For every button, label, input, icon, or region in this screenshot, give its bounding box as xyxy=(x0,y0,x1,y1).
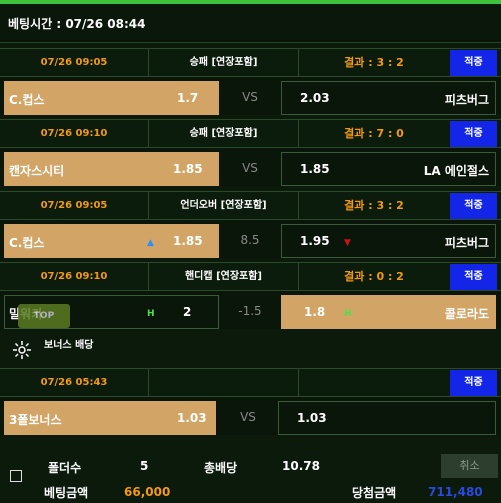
hit-badge: 적중 xyxy=(450,193,497,219)
game-time: 07/26 09:05 xyxy=(40,57,108,68)
handicap-line: -1.5 xyxy=(238,304,262,318)
bonus-away-box: 1.03 xyxy=(278,401,496,435)
away-team: LA 에인절스 xyxy=(423,164,489,178)
under-pick-button[interactable]: 1.95 ▼ 피츠버그 xyxy=(281,224,496,258)
bonus-name: 3폴보너스 xyxy=(9,413,62,427)
home-odds: 1.85 xyxy=(173,162,203,176)
total-line: 8.5 xyxy=(240,233,260,247)
game-info-row: 07/26 09:10 핸디캡 [연장포함] 결과 : 0 : 2 적중 xyxy=(0,262,501,291)
select-checkbox[interactable] xyxy=(10,470,22,482)
home-team: C.컵스 xyxy=(9,93,45,107)
bet-row: C.컵스 ▲ 1.85 8.5 1.95 ▼ 피츠버그 xyxy=(0,220,501,258)
market-type: 언더오버 [연장포함] xyxy=(180,200,267,211)
game-result: 결과 : 7 : 0 xyxy=(344,127,404,140)
handicap-icon: H xyxy=(344,309,352,319)
home-team: C.컵스 xyxy=(9,236,45,250)
bonus-pick-button[interactable]: 3폴보너스 1.03 xyxy=(4,401,216,435)
game-time: 07/26 09:05 xyxy=(40,200,108,211)
away-team: 피츠버그 xyxy=(444,93,489,107)
game-time: 07/26 09:10 xyxy=(40,128,108,139)
hit-badge: 적중 xyxy=(450,370,497,396)
handicap-icon: H xyxy=(147,309,155,319)
under-odds: 1.95 xyxy=(300,234,330,248)
hit-badge: 적중 xyxy=(450,264,497,290)
home-odds: 2 xyxy=(183,305,192,319)
bonus-odds: 1.03 xyxy=(177,411,207,425)
bet-row: 캔자스시티 1.85 VS 1.85 LA 에인절스 xyxy=(0,148,501,186)
away-team: 피츠버그 xyxy=(444,236,489,250)
game-info-row: 07/26 09:05 승패 [연장포함] 결과 : 3 : 2 적중 xyxy=(0,48,501,77)
vs-label: VS xyxy=(242,161,258,175)
market-type: 승패 [연장포함] xyxy=(189,57,258,68)
scroll-top-button[interactable]: TOP xyxy=(18,304,70,328)
game-result: 결과 : 3 : 2 xyxy=(344,199,404,212)
market-type: 승패 [연장포함] xyxy=(189,128,258,139)
total-odds-value: 10.78 xyxy=(282,459,320,473)
under-arrow-icon: ▼ xyxy=(344,238,351,248)
bonus-time: 07/26 05:43 xyxy=(40,377,108,388)
market-type: 핸디캡 [연장포함] xyxy=(184,271,263,282)
hit-badge: 적중 xyxy=(450,50,497,76)
bonus-away-odds: 1.03 xyxy=(297,411,327,425)
bonus-sparkle-icon xyxy=(13,341,31,359)
bet-amount-label: 베팅금액 xyxy=(44,486,89,500)
bonus-bet-row: 3폴보너스 1.03 VS 1.03 xyxy=(0,397,501,435)
game-info-row: 07/26 09:05 언더오버 [연장포함] 결과 : 3 : 2 적중 xyxy=(0,191,501,220)
over-arrow-icon: ▲ xyxy=(147,238,154,248)
divider xyxy=(148,369,149,396)
bet-amount-value: 66,000 xyxy=(124,485,171,499)
over-odds: 1.85 xyxy=(173,234,203,248)
divider xyxy=(298,369,299,396)
away-odds: 1.8 xyxy=(304,305,326,319)
game-result: 결과 : 3 : 2 xyxy=(344,56,404,69)
away-pick-button[interactable]: 1.85 LA 에인절스 xyxy=(281,152,496,186)
home-pick-button[interactable]: 캔자스시티 1.85 xyxy=(4,152,219,186)
bonus-section-label: 보너스 배당 xyxy=(44,340,94,351)
folder-count-label: 폴더수 xyxy=(48,461,82,475)
bet-row: C.컵스 1.7 VS 2.03 피츠버그 xyxy=(0,77,501,115)
cancel-button[interactable]: 취소 xyxy=(441,454,498,478)
home-odds: 1.7 xyxy=(177,91,199,105)
win-amount-value: 711,480 xyxy=(428,485,483,499)
bet-time-header: 베팅시간 : 07/26 08:44 xyxy=(0,4,501,43)
folder-count-value: 5 xyxy=(140,459,149,473)
hit-badge: 적중 xyxy=(450,121,497,147)
bonus-info-row: 07/26 05:43 적중 xyxy=(0,368,501,397)
away-pick-button[interactable]: 1.8 H 콜로라도 xyxy=(281,295,496,329)
home-pick-button[interactable]: C.컵스 1.7 xyxy=(4,81,219,115)
bet-time-label: 베팅시간 : 07/26 08:44 xyxy=(8,17,146,31)
away-odds: 2.03 xyxy=(300,91,330,105)
bet-row: 밀워키 H 2 -1.5 1.8 H 콜로라도 xyxy=(0,291,501,329)
game-info-row: 07/26 09:10 승패 [연장포함] 결과 : 7 : 0 적중 xyxy=(0,119,501,148)
away-team: 콜로라도 xyxy=(444,307,489,321)
home-team: 캔자스시티 xyxy=(9,164,65,178)
vs-label: VS xyxy=(240,410,256,424)
game-time: 07/26 09:10 xyxy=(40,271,108,282)
game-result: 결과 : 0 : 2 xyxy=(344,270,404,283)
win-amount-label: 당첨금액 xyxy=(352,486,397,500)
away-odds: 1.85 xyxy=(300,162,330,176)
total-odds-label: 총배당 xyxy=(204,461,238,475)
vs-label: VS xyxy=(242,90,258,104)
away-pick-button[interactable]: 2.03 피츠버그 xyxy=(281,81,496,115)
over-pick-button[interactable]: C.컵스 ▲ 1.85 xyxy=(4,224,219,258)
